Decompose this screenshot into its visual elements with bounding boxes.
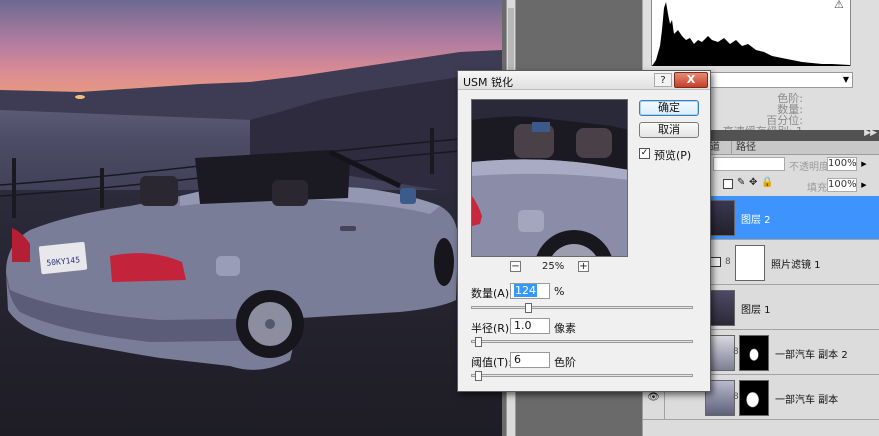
amount-label: 数量(A): [471,287,513,300]
dialog-title: USM 锐化 [463,76,514,89]
amount-value: 124 [514,284,537,297]
link-icon: 8 [733,347,739,357]
side-mirror [400,188,416,204]
threshold-input[interactable]: 6 [510,352,550,368]
photo-scene: 50KY145 [0,50,502,370]
blend-mode-select[interactable] [713,157,785,171]
dialog-title-bar[interactable]: USM 锐化 ? X [458,71,710,90]
opacity-label: 不透明度: [789,162,833,173]
preview-seat [576,128,612,158]
usm-sharpen-dialog: USM 锐化 ? X − 25% + 确定 取消 ✓ 预览(P) 数量(A): … [457,70,711,392]
layer-name: 图层 2 [741,215,771,226]
collapse-panel-icon[interactable]: ▶▶ [864,128,877,138]
zoom-in-button[interactable]: + [578,261,589,272]
fence-post [430,128,434,174]
layer-mask-thumbnail [739,335,769,371]
amount-unit: % [554,285,565,298]
histogram-shape [652,2,850,66]
car-seat [272,180,308,206]
help-button[interactable]: ? [654,73,672,87]
cancel-button[interactable]: 取消 [639,122,699,138]
fill-input[interactable]: 100% [827,178,857,192]
lock-move-icon[interactable]: ✥ [749,177,757,188]
car-seat [140,176,178,206]
photoshop-window: 50KY145 ⚠ ▼ 色阶: 数量: 百分位: 高速缓存级别: 1 [0,0,879,436]
chevron-down-icon: ▼ [842,75,849,84]
fence-post [100,168,104,208]
tab-paths[interactable]: 路径 [731,141,760,155]
amount-slider-track[interactable] [471,306,693,309]
threshold-unit: 色阶 [554,356,576,369]
car-rim-hub [265,319,275,329]
zoom-controls: − 25% + [508,261,598,275]
zoom-level: 25% [542,261,565,272]
warning-triangle-icon[interactable]: ⚠ [834,0,844,11]
door-handle [340,226,356,231]
amount-slider-thumb[interactable] [524,303,532,313]
radius-label: 半径(R): [471,322,513,335]
car-front-wheel [434,238,454,286]
histogram-fill [652,2,850,66]
close-button[interactable]: X [674,72,708,88]
radius-unit: 像素 [554,322,576,335]
preview-mirror [532,122,550,132]
lock-transparent-icon[interactable] [723,179,733,189]
layer-mask-thumbnail [739,380,769,416]
radius-input[interactable]: 1.0 [510,318,550,334]
radius-slider-thumb[interactable] [475,337,483,347]
opacity-arrow-icon[interactable]: ▶ [859,157,869,171]
document-canvas[interactable]: 50KY145 [0,0,502,436]
lock-brush-icon[interactable]: ✎ [737,177,745,188]
preview-checkbox-label: 预览(P) [654,149,692,162]
preview-image [472,100,627,256]
car-body [6,185,458,370]
layer-name: 照片滤镜 1 [771,260,821,271]
amount-input[interactable]: 124 [510,283,550,299]
radius-slider-track[interactable] [471,340,693,343]
sunset-sun [75,95,85,99]
zoom-out-button[interactable]: − [510,261,521,272]
filter-preview[interactable] [471,99,628,257]
fill-arrow-icon[interactable]: ▶ [859,178,869,192]
preview-fuel-cap [518,210,544,232]
lock-all-icon[interactable]: 🔒 [761,177,773,188]
fuel-cap [216,256,240,276]
layer-name: 一部汽车 副本 2 [775,350,848,361]
histogram-graph: ⚠ [651,0,851,66]
threshold-label: 阈值(T): [471,356,513,369]
opacity-input[interactable]: 100% [827,157,857,171]
checkmark-icon[interactable]: ✓ [639,148,650,159]
preview-checkbox[interactable]: ✓ 预览(P) [639,147,709,162]
threshold-slider-thumb[interactable] [475,371,483,381]
histogram-channel-select[interactable]: ▼ [707,72,853,88]
ok-button[interactable]: 确定 [639,100,699,116]
link-icon: 8 [725,257,731,267]
link-icon: 8 [733,392,739,402]
layer-mask-thumbnail [735,245,765,281]
layer-name: 一部汽车 副本 [775,395,839,406]
threshold-slider-track[interactable] [471,374,693,377]
layer-name: 图层 1 [741,305,771,316]
fence-post [12,158,16,218]
